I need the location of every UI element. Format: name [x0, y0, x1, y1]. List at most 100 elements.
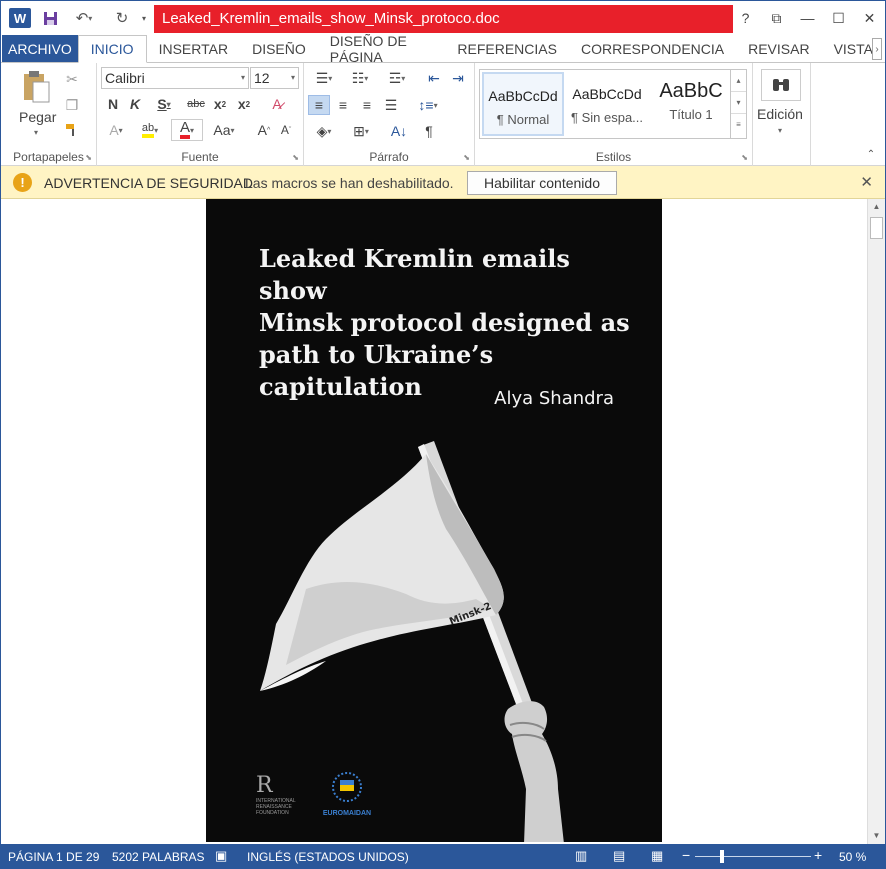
- italic-icon[interactable]: K: [127, 95, 143, 113]
- customize-toolbar-icon[interactable]: ▾: [138, 7, 150, 29]
- tab-referencias[interactable]: REFERENCIAS: [445, 35, 569, 63]
- align-left-icon[interactable]: ≡: [308, 95, 330, 115]
- renaissance-logo-text: INTERNATIONAL RENAISSANCE FOUNDATION: [256, 798, 296, 816]
- bold-icon[interactable]: N: [105, 95, 121, 113]
- font-size-combo[interactable]: 12 ▾: [250, 67, 299, 89]
- tab-insertar[interactable]: INSERTAR: [147, 35, 241, 63]
- web-layout-icon[interactable]: ▦: [651, 848, 663, 864]
- editing-group: Edición ▾: [753, 63, 811, 167]
- clear-formatting-icon[interactable]: A̷: [267, 95, 287, 113]
- collapse-ribbon-icon[interactable]: ⌃: [863, 147, 879, 161]
- clipboard-launcher-icon[interactable]: ⬊: [85, 153, 92, 162]
- editing-dropdown-icon[interactable]: ▾: [775, 125, 785, 135]
- subscript-icon[interactable]: x2: [211, 95, 229, 113]
- cut-icon[interactable]: ✂: [63, 70, 81, 88]
- close-icon[interactable]: ✕: [860, 173, 873, 191]
- styles-up-icon[interactable]: ▴: [731, 70, 746, 92]
- word-count[interactable]: 5202 PALABRAS: [112, 850, 205, 864]
- sort-icon[interactable]: A↓: [388, 121, 410, 141]
- help-button[interactable]: ?: [730, 1, 761, 35]
- word-icon[interactable]: W: [9, 8, 31, 28]
- page-count[interactable]: PÁGINA 1 DE 29: [8, 850, 99, 864]
- text-effects-icon[interactable]: A ▾: [103, 121, 129, 139]
- change-case-icon[interactable]: Aa ▾: [209, 121, 239, 139]
- read-mode-icon[interactable]: ▥: [575, 848, 587, 864]
- show-formatting-icon[interactable]: ¶: [418, 121, 440, 141]
- tab-inicio[interactable]: INICIO: [77, 35, 147, 63]
- superscript-icon[interactable]: x2: [235, 95, 253, 113]
- word-window: W ↶ ▾ ↻ ▾ Leaked_Kremlin_emails_show_Mins…: [0, 0, 886, 869]
- tab-diseno-pagina[interactable]: DISEÑO DE PÁGINA: [318, 33, 446, 65]
- justify-icon[interactable]: ☰: [380, 95, 402, 115]
- language-indicator[interactable]: INGLÉS (ESTADOS UNIDOS): [247, 850, 409, 864]
- close-button[interactable]: ✕: [854, 1, 885, 35]
- multilevel-list-icon[interactable]: ☲ ▾: [380, 69, 414, 87]
- bullets-icon[interactable]: ☰ ▾: [308, 69, 340, 87]
- font-color-icon[interactable]: A ▾: [171, 119, 203, 141]
- vertical-scrollbar[interactable]: ▲ ▼: [867, 199, 885, 844]
- borders-icon[interactable]: ⊞ ▾: [344, 121, 378, 141]
- tab-scroll-icon[interactable]: ›: [872, 38, 882, 60]
- style-normal[interactable]: AaBbCcDd ¶ Normal: [482, 72, 564, 136]
- font-launcher-icon[interactable]: ⬊: [292, 153, 299, 162]
- print-layout-icon[interactable]: ▤: [613, 848, 625, 864]
- align-right-icon[interactable]: ≡: [356, 95, 378, 115]
- scroll-thumb[interactable]: [870, 217, 883, 239]
- underline-icon[interactable]: S ▾: [151, 95, 177, 113]
- redo-icon[interactable]: ↻: [111, 7, 133, 29]
- paste-icon[interactable]: [19, 69, 53, 105]
- cover-title-line-1: Leaked Kremlin emails show: [259, 244, 570, 305]
- euromaidan-logo: EUROMAIDAN: [316, 771, 378, 817]
- copy-icon[interactable]: ❐: [63, 96, 81, 114]
- style-heading-1[interactable]: AaBbC Título 1: [650, 72, 732, 136]
- zoom-level[interactable]: 50 %: [839, 850, 866, 864]
- minimize-button[interactable]: —: [792, 1, 823, 35]
- zoom-slider-thumb[interactable]: [720, 850, 724, 863]
- maximize-button[interactable]: ☐: [823, 1, 854, 35]
- shrink-font-icon[interactable]: Aˇ: [277, 121, 295, 139]
- zoom-slider-track[interactable]: [695, 856, 811, 857]
- numbering-icon[interactable]: ☷ ▾: [344, 69, 376, 87]
- renaissance-logo-mark: R: [256, 773, 273, 798]
- cover-title: Leaked Kremlin emails show Minsk protoco…: [259, 243, 639, 403]
- highlight-icon[interactable]: ab ▾: [135, 121, 165, 139]
- style-no-spacing[interactable]: AaBbCcDd ¶ Sin espa...: [566, 72, 648, 136]
- editing-label[interactable]: Edición: [757, 106, 803, 122]
- document-canvas[interactable]: Leaked Kremlin emails show Minsk protoco…: [1, 199, 867, 844]
- zoom-out-icon[interactable]: −: [682, 847, 690, 863]
- format-painter-icon[interactable]: [63, 121, 81, 139]
- style-no-spacing-name: ¶ Sin espa...: [570, 110, 644, 125]
- grow-font-icon[interactable]: A ^: [255, 121, 273, 139]
- styles-more-icon[interactable]: ≡: [731, 114, 746, 136]
- document-title: Leaked_Kremlin_emails_show_Minsk_protoco…: [154, 5, 733, 33]
- tab-archivo[interactable]: ARCHIVO: [2, 35, 78, 63]
- paste-dropdown-icon[interactable]: ▾: [31, 127, 41, 137]
- shading-icon[interactable]: ◈ ▾: [308, 121, 340, 141]
- document-page[interactable]: Leaked Kremlin emails show Minsk protoco…: [206, 199, 662, 842]
- increase-indent-icon[interactable]: ⇥: [448, 69, 468, 87]
- ribbon-display-icon[interactable]: ⧉: [761, 1, 792, 35]
- find-icon[interactable]: [761, 69, 801, 101]
- line-spacing-icon[interactable]: ↕≡ ▾: [412, 95, 444, 115]
- tab-revisar[interactable]: REVISAR: [736, 35, 821, 63]
- decrease-indent-icon[interactable]: ⇤: [424, 69, 444, 87]
- undo-icon[interactable]: ↶ ▾: [69, 7, 99, 29]
- paste-label[interactable]: Pegar: [19, 109, 56, 125]
- font-name-combo[interactable]: Calibri ▾: [101, 67, 249, 89]
- ribbon-tabs: ARCHIVO INICIO INSERTAR DISEÑO DISEÑO DE…: [1, 33, 885, 65]
- enable-content-button[interactable]: Habilitar contenido: [467, 171, 617, 195]
- align-center-icon[interactable]: ≡: [332, 95, 354, 115]
- tab-diseno[interactable]: DISEÑO: [240, 35, 318, 63]
- scroll-down-icon[interactable]: ▼: [868, 828, 885, 844]
- styles-down-icon[interactable]: ▾: [731, 92, 746, 114]
- strikethrough-icon[interactable]: abc: [185, 95, 207, 113]
- zoom-in-icon[interactable]: +: [814, 847, 822, 863]
- scroll-up-icon[interactable]: ▲: [868, 199, 885, 215]
- save-icon[interactable]: [39, 7, 61, 29]
- styles-launcher-icon[interactable]: ⬊: [741, 153, 748, 162]
- font-name-value: Calibri: [105, 70, 145, 86]
- tab-correspondencia[interactable]: CORRESPONDENCIA: [569, 35, 736, 63]
- paragraph-launcher-icon[interactable]: ⬊: [463, 153, 470, 162]
- euromaidan-emblem-icon: [332, 772, 362, 802]
- proofing-icon[interactable]: ▣: [215, 848, 227, 864]
